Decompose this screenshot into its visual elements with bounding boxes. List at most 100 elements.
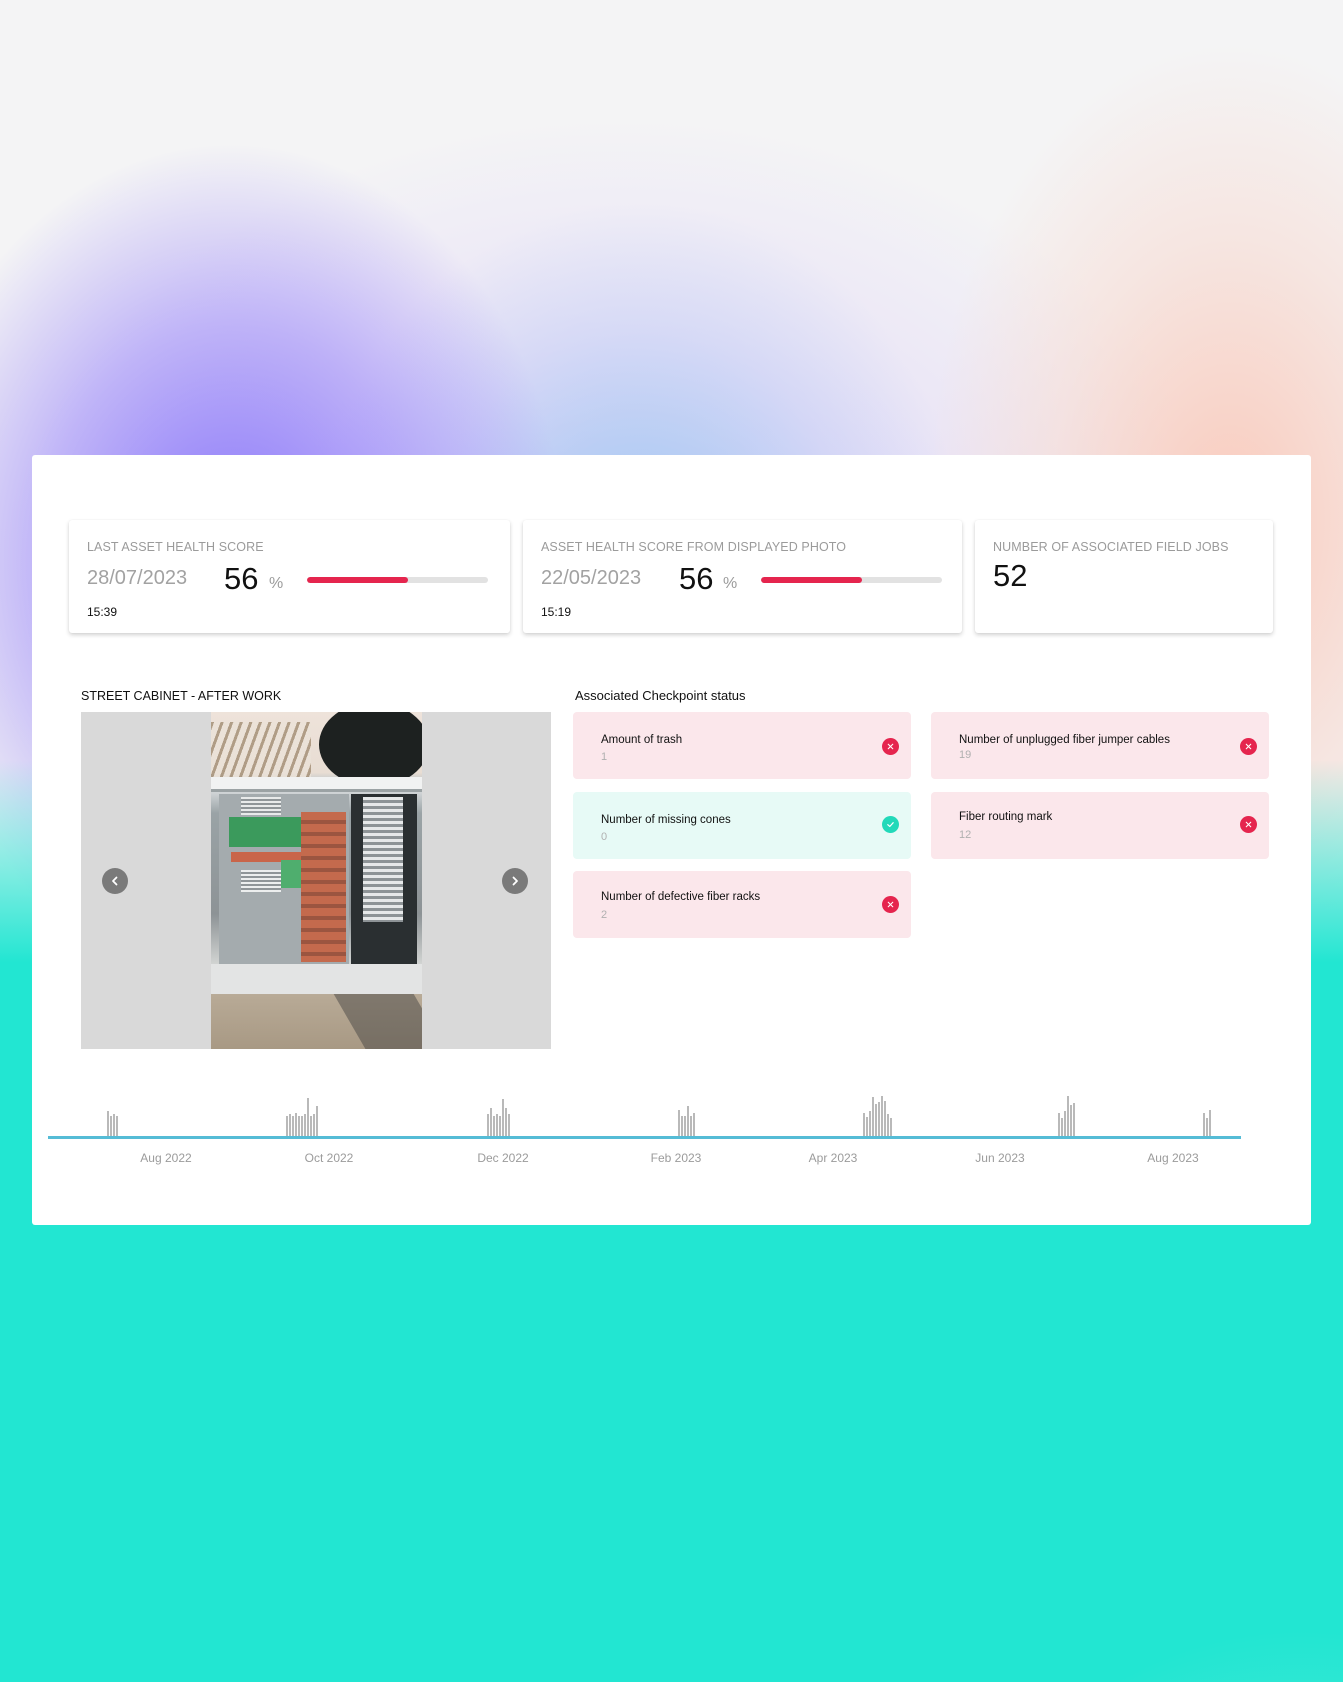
field-jobs-card: NUMBER OF ASSOCIATED FIELD JOBS 52 — [975, 520, 1273, 633]
score-time: 15:19 — [541, 605, 572, 619]
timeline-job-bar[interactable] — [292, 1116, 294, 1136]
timeline-job-bar[interactable] — [295, 1113, 297, 1136]
timeline-month-label: Dec 2022 — [477, 1151, 529, 1165]
checkpoint-card[interactable]: Amount of trash 1 — [573, 712, 911, 779]
timeline-month-label: Feb 2023 — [650, 1151, 702, 1165]
timeline-job-bar[interactable] — [681, 1116, 683, 1136]
timeline-job-bar[interactable] — [678, 1110, 680, 1136]
timeline-month-label: Apr 2023 — [808, 1151, 858, 1165]
checkpoint-label: Number of defective fiber racks — [601, 891, 761, 903]
health-score-progress-bar — [307, 577, 488, 583]
timeline-job-bar[interactable] — [289, 1114, 291, 1136]
checkpoint-label: Number of missing cones — [601, 814, 731, 826]
timeline-job-bar[interactable] — [872, 1097, 874, 1136]
timeline-job-bar[interactable] — [1070, 1105, 1072, 1136]
timeline-job-bar[interactable] — [890, 1118, 892, 1136]
checkpoint-card[interactable]: Number of unplugged fiber jumper cables … — [931, 712, 1269, 779]
timeline-job-bar[interactable] — [310, 1116, 312, 1136]
timeline-job-bar[interactable] — [307, 1098, 309, 1136]
x-circle-icon — [1240, 816, 1257, 833]
timeline-axis[interactable] — [48, 1136, 1241, 1139]
health-score-value: 56 — [224, 561, 259, 596]
check-circle-icon — [882, 816, 899, 833]
timeline-month-label: Jun 2023 — [975, 1151, 1025, 1165]
timeline-job-bar[interactable] — [502, 1099, 504, 1136]
timeline-job-bar[interactable] — [690, 1116, 692, 1136]
timeline-job-bar[interactable] — [316, 1106, 318, 1136]
timeline-job-bar[interactable] — [298, 1116, 300, 1136]
timeline-job-bar[interactable] — [869, 1111, 871, 1136]
field-jobs-count: 52 — [993, 558, 1028, 593]
timeline-job-bar[interactable] — [875, 1104, 877, 1136]
timeline-job-bar[interactable] — [693, 1113, 695, 1136]
timeline-job-bar[interactable] — [301, 1116, 303, 1136]
timeline-job-bar[interactable] — [1064, 1111, 1066, 1136]
timeline-job-bar[interactable] — [687, 1106, 689, 1136]
timeline-job-bar[interactable] — [304, 1114, 306, 1136]
timeline-job-bar[interactable] — [496, 1114, 498, 1136]
timeline-job-bar[interactable] — [1067, 1096, 1069, 1136]
timeline-job-bar[interactable] — [505, 1108, 507, 1136]
checkpoint-card[interactable]: Number of missing cones 0 — [573, 792, 911, 859]
checkpoint-card[interactable]: Fiber routing mark 12 — [931, 792, 1269, 859]
x-circle-icon — [1240, 738, 1257, 755]
progress-fill — [761, 577, 863, 583]
percent-unit: % — [269, 575, 284, 592]
photo-health-score-card: ASSET HEALTH SCORE FROM DISPLAYED PHOTO … — [523, 520, 962, 633]
chevron-right-icon — [512, 876, 518, 886]
timeline-job-bar[interactable] — [863, 1113, 865, 1136]
card-title: LAST ASSET HEALTH SCORE — [87, 540, 264, 554]
timeline-job-bar[interactable] — [490, 1108, 492, 1136]
chevron-left-icon — [112, 876, 118, 886]
timeline-job-bar[interactable] — [107, 1111, 109, 1136]
timeline-job-bar[interactable] — [493, 1116, 495, 1136]
photo-section-title: STREET CABINET - AFTER WORK — [81, 689, 282, 703]
timeline-job-bar[interactable] — [1061, 1118, 1063, 1136]
timeline-job-bar[interactable] — [116, 1116, 118, 1136]
last-health-score-card: LAST ASSET HEALTH SCORE 28/07/2023 15:39… — [69, 520, 510, 633]
timeline-job-bar[interactable] — [878, 1102, 880, 1136]
checkpoint-value: 19 — [959, 749, 972, 761]
timeline-job-bar[interactable] — [113, 1114, 115, 1136]
checkpoint-value: 0 — [601, 831, 608, 843]
timeline-month-label: Aug 2023 — [1147, 1151, 1199, 1165]
street-cabinet-photo — [211, 712, 422, 1049]
timeline-month-label: Oct 2022 — [304, 1151, 354, 1165]
timeline-job-bar[interactable] — [487, 1114, 489, 1136]
card-title: ASSET HEALTH SCORE FROM DISPLAYED PHOTO — [541, 540, 847, 554]
score-date: 22/05/2023 — [541, 567, 642, 589]
health-score-value: 56 — [679, 561, 714, 596]
checkpoint-label: Amount of trash — [601, 734, 683, 746]
field-jobs-timeline[interactable]: Aug 2022 Oct 2022 Dec 2022 Feb 2023 Apr 2023… — [48, 1095, 1243, 1175]
x-circle-icon — [882, 738, 899, 755]
timeline-job-bar[interactable] — [1073, 1103, 1075, 1136]
progress-fill — [307, 577, 409, 583]
checkpoint-card[interactable]: Number of defective fiber racks 2 — [573, 871, 911, 938]
score-time: 15:39 — [87, 605, 118, 619]
timeline-job-bar[interactable] — [286, 1116, 288, 1136]
timeline-job-bar[interactable] — [508, 1114, 510, 1136]
timeline-job-bar[interactable] — [313, 1114, 315, 1136]
timeline-job-bar[interactable] — [1058, 1113, 1060, 1136]
timeline-job-bar[interactable] — [884, 1101, 886, 1136]
previous-photo-button[interactable] — [102, 868, 128, 894]
checkpoint-label: Number of unplugged fiber jumper cables — [959, 734, 1170, 746]
timeline-job-bar[interactable] — [881, 1096, 883, 1136]
timeline-job-bar[interactable] — [110, 1116, 112, 1136]
timeline-job-bar[interactable] — [1209, 1110, 1211, 1136]
timeline-job-bar[interactable] — [887, 1114, 889, 1136]
card-title: NUMBER OF ASSOCIATED FIELD JOBS — [993, 540, 1229, 554]
checkpoint-label: Fiber routing mark — [959, 811, 1053, 823]
score-date: 28/07/2023 — [87, 567, 188, 589]
x-circle-icon — [882, 896, 899, 913]
timeline-job-bar[interactable] — [1206, 1118, 1208, 1136]
percent-unit: % — [723, 575, 738, 592]
timeline-job-bar[interactable] — [866, 1117, 868, 1136]
timeline-job-bar[interactable] — [499, 1116, 501, 1136]
photo-carousel — [81, 712, 551, 1049]
next-photo-button[interactable] — [502, 868, 528, 894]
checkpoint-value: 1 — [601, 751, 608, 763]
timeline-month-label: Aug 2022 — [140, 1151, 192, 1165]
timeline-job-bar[interactable] — [1203, 1113, 1205, 1136]
timeline-job-bar[interactable] — [684, 1116, 686, 1136]
